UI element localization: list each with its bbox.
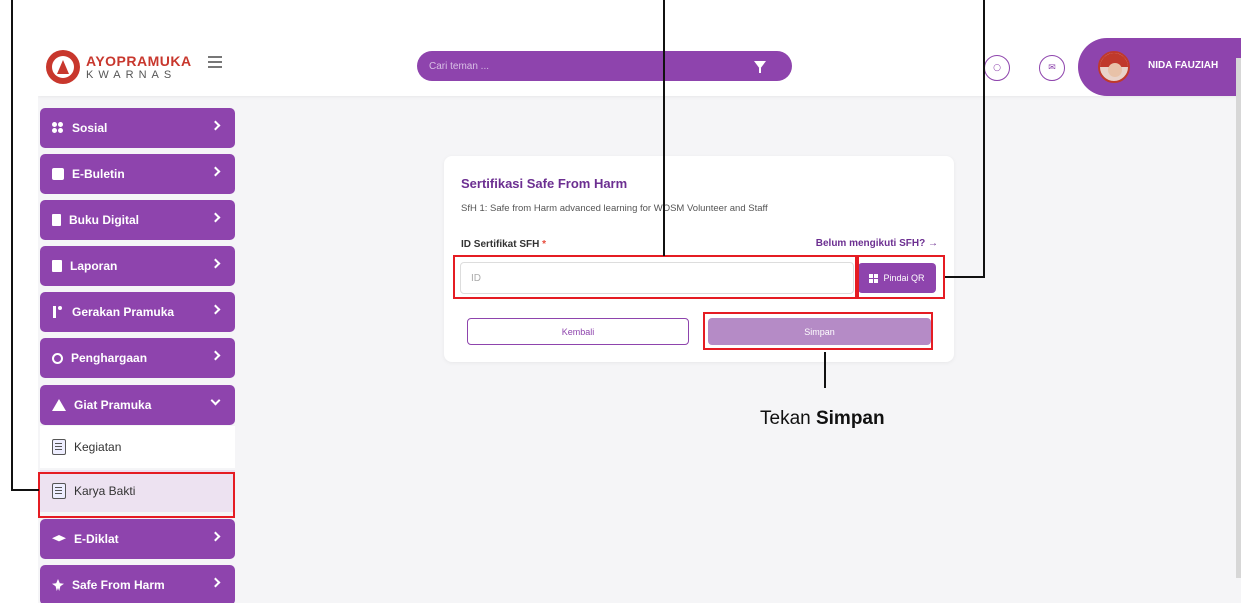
id-field-label: ID Sertifikat SFH * (461, 239, 546, 250)
sidebar-item-gerakan-pramuka[interactable]: Gerakan Pramuka (40, 292, 235, 332)
annotation-line (11, 0, 13, 491)
scrollbar[interactable] (1236, 58, 1241, 578)
sidebar-item-laporan[interactable]: Laporan (40, 246, 235, 286)
annotation-line (11, 489, 39, 491)
annotation-line (824, 352, 826, 388)
sidebar-item-label: E-Diklat (74, 532, 119, 546)
report-icon (52, 260, 62, 272)
card-subtitle: SfH 1: Safe from Harm advanced learning … (461, 203, 768, 214)
highlight-save-button (703, 312, 933, 350)
card-title: Sertifikasi Safe From Harm (461, 176, 628, 191)
chevron-right-icon (210, 166, 221, 177)
sidebar: Sosial E-Buletin Buku Digital Laporan Ge (38, 96, 235, 603)
menu-icon[interactable] (208, 56, 222, 68)
scout-emblem-icon (46, 50, 80, 84)
chevron-right-icon (210, 531, 221, 542)
chevron-right-icon (210, 212, 221, 223)
sidebar-item-label: Safe From Harm (72, 578, 165, 592)
search-bar[interactable]: Cari teman ... (417, 51, 792, 81)
top-bar: AYOPRAMUKA KWARNAS Cari teman ... ○ ✉ NI… (38, 38, 1241, 96)
sidebar-item-safe-from-harm[interactable]: Safe From Harm (40, 565, 235, 603)
filter-icon[interactable] (754, 61, 766, 73)
sidebar-subitem-kegiatan[interactable]: Kegiatan (40, 426, 235, 468)
not-yet-sfh-link[interactable]: Belum mengikuti SFH? → (816, 238, 938, 249)
sidebar-item-label: Penghargaan (71, 351, 148, 365)
sidebar-item-giat-pramuka[interactable]: Giat Pramuka (40, 385, 235, 425)
sidebar-item-label: Buku Digital (69, 213, 140, 227)
highlight-scan-qr (857, 255, 945, 299)
sidebar-item-e-buletin[interactable]: E-Buletin (40, 154, 235, 194)
tent-icon (52, 399, 66, 411)
avatar (1098, 51, 1130, 83)
fleur-de-lis-icon (52, 579, 64, 591)
logo-text: AYOPRAMUKA KWARNAS (86, 54, 192, 81)
logo-subtitle: KWARNAS (86, 68, 177, 81)
sidebar-item-penghargaan[interactable]: Penghargaan (40, 338, 235, 378)
logo[interactable]: AYOPRAMUKA KWARNAS (46, 50, 192, 84)
bell-icon: ○ (993, 63, 1001, 73)
highlight-id-input (453, 255, 857, 299)
book-icon (52, 214, 61, 226)
messages-button[interactable]: ✉ (1039, 55, 1065, 81)
sidebar-item-e-diklat[interactable]: E-Diklat (40, 519, 235, 559)
chevron-right-icon (210, 304, 221, 315)
sidebar-item-buku-digital[interactable]: Buku Digital (40, 200, 235, 240)
sidebar-subitem-label: Kegiatan (74, 440, 122, 454)
branch-icon (52, 306, 64, 318)
logo-title: AYOPRAMUKA (86, 52, 192, 69)
medal-icon (52, 352, 63, 364)
required-mark: * (542, 239, 547, 250)
sidebar-item-label: E-Buletin (72, 167, 125, 181)
sidebar-item-sosial[interactable]: Sosial (40, 108, 235, 148)
search-placeholder: Cari teman ... (429, 60, 490, 72)
newsletter-icon (52, 168, 64, 180)
annotation-line (663, 0, 665, 256)
annotation-line (945, 276, 985, 278)
tutorial-screenshot: AYOPRAMUKA KWARNAS Cari teman ... ○ ✉ NI… (0, 0, 1241, 603)
instruction-callout: Tekan Simpan (760, 408, 885, 430)
chevron-right-icon (210, 350, 221, 361)
graduation-cap-icon (52, 535, 66, 542)
user-menu[interactable]: NIDA FAUZIAH (1078, 38, 1241, 96)
callout-bold: Simpan (815, 408, 885, 429)
sidebar-item-label: Laporan (70, 259, 118, 273)
sidebar-item-label: Sosial (72, 121, 108, 135)
app-window: AYOPRAMUKA KWARNAS Cari teman ... ○ ✉ NI… (38, 38, 1241, 603)
callout-prefix: Tekan (760, 408, 816, 429)
chevron-right-icon (210, 258, 221, 269)
user-name: NIDA FAUZIAH (1148, 60, 1219, 71)
chevron-down-icon (210, 395, 221, 406)
people-icon (52, 122, 64, 134)
annotation-line (983, 0, 985, 278)
back-button[interactable]: Kembali (467, 318, 689, 345)
document-icon (52, 439, 66, 455)
sidebar-item-label: Giat Pramuka (74, 398, 152, 412)
mail-icon: ✉ (1048, 63, 1056, 73)
highlight-karya-bakti (38, 472, 235, 518)
chevron-right-icon (210, 577, 221, 588)
notification-button[interactable]: ○ (984, 55, 1010, 81)
chevron-right-icon (210, 120, 221, 131)
id-field-label-text: ID Sertifikat SFH (461, 239, 540, 250)
sidebar-item-label: Gerakan Pramuka (72, 305, 175, 319)
